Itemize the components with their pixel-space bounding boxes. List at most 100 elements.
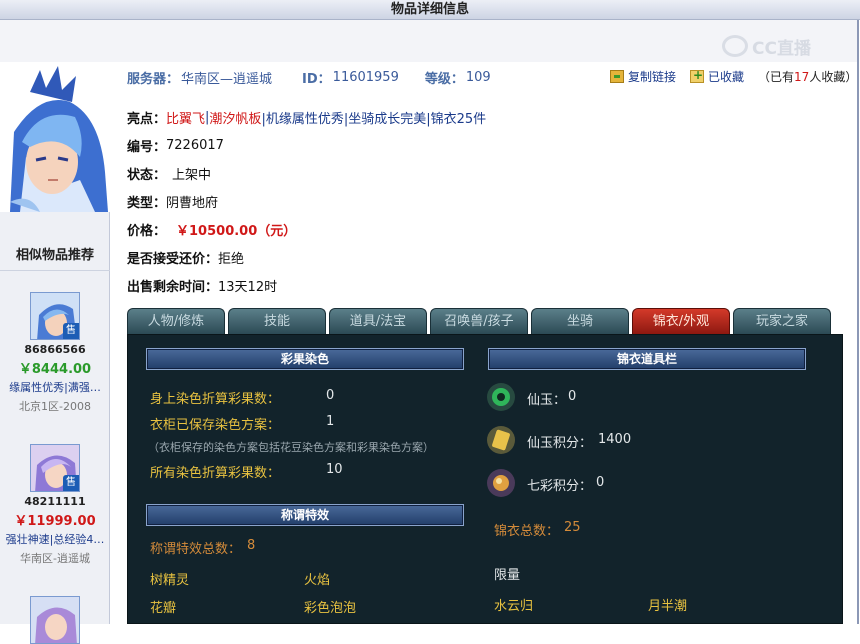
id-value: 11601959 [332, 70, 399, 85]
watermark-logo-icon [722, 35, 748, 57]
xianyu-points-label: 仙玉积分： [527, 436, 593, 451]
favorited-button[interactable]: 已收藏 [690, 68, 744, 85]
title-effects-header: 称谓特效 [146, 504, 464, 526]
similar-item-3[interactable] [0, 596, 110, 644]
dye-header: 彩果染色 [146, 348, 464, 370]
copy-link-button[interactable]: 复制链接 [610, 68, 676, 85]
title-effect-item: 火焰 [304, 573, 331, 588]
tab-character[interactable]: 人物/修炼 [127, 308, 225, 334]
id-label: ID： [302, 72, 331, 87]
highlight-2: 潮汐帆板 [209, 112, 262, 127]
number-label: 编号： [127, 140, 167, 155]
counteroffer-value: 拒绝 [218, 252, 245, 267]
price-label: 价格： [127, 224, 167, 239]
favorite-count-suffix: 人收藏） [809, 70, 858, 84]
dye-note: （衣柜保存的染色方案包括花豆染色方案和彩果染色方案） [148, 441, 434, 454]
similar-item-avatar[interactable]: 售 [30, 444, 80, 492]
character-avatar [0, 62, 110, 212]
highlight-1: 比翼飞 [166, 112, 206, 127]
remaining-time-value: 13天12时 [218, 280, 278, 295]
similar-item-1[interactable]: 售 86866566 ￥8444.00 缘属性优秀|满强… 北京1区-2008 [0, 292, 110, 414]
level-label: 等级： [424, 72, 464, 87]
type-row: 类型： 阴曹地府 [127, 192, 218, 211]
sale-badge: 售 [63, 323, 79, 339]
qicai-points-value: 0 [596, 475, 605, 490]
watermark-text: CC直播 [752, 38, 811, 59]
watermark: CC直播 [722, 33, 811, 59]
limited-label: 限量 [494, 568, 521, 583]
similar-item-tags[interactable]: 缘属性优秀|满强… [0, 379, 110, 395]
tab-mounts[interactable]: 坐骑 [531, 308, 629, 334]
tab-player-home[interactable]: 玩家之家 [733, 308, 831, 334]
status-label: 状态： [127, 168, 167, 183]
qicai-points-icon [487, 469, 515, 497]
qicai-points-label: 七彩积分： [527, 479, 593, 494]
similar-item-tags[interactable]: 强壮神速|总经验4… [0, 531, 110, 547]
right-border [857, 20, 859, 624]
favorite-count-number: 17 [794, 70, 810, 84]
level-value: 109 [465, 70, 491, 85]
sale-badge: 售 [63, 475, 79, 491]
server-value: 华南区—逍遥城 [181, 72, 273, 87]
jinyi-item: 月半潮 [648, 599, 688, 614]
dye-body-value: 0 [326, 388, 335, 403]
similar-item-avatar[interactable] [30, 596, 80, 644]
copy-link-label: 复制链接 [628, 70, 677, 84]
dye-wardrobe-label: 衣柜已保存染色方案： [150, 418, 281, 433]
xianyu-points-value: 1400 [598, 432, 632, 447]
detail-tabs: 人物/修炼 技能 道具/法宝 召唤兽/孩子 坐骑 锦衣/外观 玩家之家 [127, 308, 834, 334]
highlight-row: 亮点： 比翼飞 | 潮汐帆板 |机缘属性优秀|坐骑成长完美|锦衣25件 [127, 110, 487, 127]
type-label: 类型： [127, 196, 167, 211]
favorite-count-prefix: （已有 [758, 70, 795, 84]
xianyu-icon [487, 383, 515, 411]
status-value: 上架中 [172, 168, 212, 183]
server-label: 服务器： [127, 72, 180, 87]
price-row: 价格： ￥10500.00（元） [127, 220, 296, 239]
number-row: 编号： 7226017 [127, 136, 224, 155]
similar-item-avatar[interactable]: 售 [30, 292, 80, 340]
similar-items-title: 相似物品推荐 [15, 248, 94, 263]
favorite-icon [690, 68, 705, 83]
outfit-panel: 彩果染色 身上染色折算彩果数： 0 衣柜已保存染色方案： 1 （衣柜保存的染色方… [127, 334, 843, 624]
similar-item-2[interactable]: 售 48211111 ￥11999.00 强壮神速|总经验4… 华南区-逍遥城 [0, 444, 110, 566]
similar-item-id: 86866566 [24, 343, 86, 356]
tab-items[interactable]: 道具/法宝 [329, 308, 427, 334]
similar-item-id: 48211111 [24, 495, 86, 508]
jinyi-total-label: 锦衣总数： [494, 524, 560, 539]
dye-wardrobe-value: 1 [326, 414, 335, 429]
title-effects-count-label: 称谓特效总数： [150, 542, 242, 557]
remaining-time-row: 出售剩余时间： 13天12时 [127, 276, 277, 295]
copy-link-icon [610, 70, 624, 83]
favorited-label: 已收藏 [708, 70, 745, 84]
dye-body-label: 身上染色折算彩果数： [150, 392, 281, 407]
title-effect-item: 树精灵 [150, 573, 190, 588]
similar-item-price: ￥11999.00 [14, 514, 96, 529]
number-value: 7226017 [166, 138, 224, 153]
jinyi-total-value: 25 [564, 520, 581, 535]
remaining-time-label: 出售剩余时间： [127, 280, 219, 295]
tab-outfits[interactable]: 锦衣/外观 [632, 308, 730, 334]
favorite-count: （已有17人收藏） [758, 68, 857, 85]
counteroffer-label: 是否接受还价： [127, 252, 219, 267]
jinyi-item: 水云归 [494, 599, 534, 614]
xianyu-points-icon [487, 426, 515, 454]
similar-item-server: 北京1区-2008 [19, 400, 91, 413]
highlight-label: 亮点： [127, 112, 167, 127]
dye-total-label: 所有染色折算彩果数： [150, 466, 281, 481]
jinyi-header: 锦衣道具栏 [488, 348, 806, 370]
dye-total-value: 10 [326, 462, 343, 477]
price-value: ￥10500.00（元） [176, 224, 297, 239]
similar-item-price: ￥8444.00 [18, 362, 92, 377]
type-value: 阴曹地府 [166, 196, 219, 211]
divider [0, 270, 110, 271]
status-row: 状态： 上架中 [127, 164, 211, 183]
xianyu-value: 0 [568, 389, 577, 404]
title-effect-item: 彩色泡泡 [304, 601, 357, 616]
counteroffer-row: 是否接受还价： 拒绝 [127, 248, 244, 267]
tab-summons[interactable]: 召唤兽/孩子 [430, 308, 528, 334]
highlight-rest: |机缘属性优秀|坐骑成长完美|锦衣25件 [261, 112, 487, 127]
item-actions: 复制链接 已收藏 （已有17人收藏） [610, 68, 857, 85]
tab-skills[interactable]: 技能 [228, 308, 326, 334]
window-title: 物品详细信息 [0, 0, 860, 20]
title-effects-count-value: 8 [247, 538, 256, 553]
